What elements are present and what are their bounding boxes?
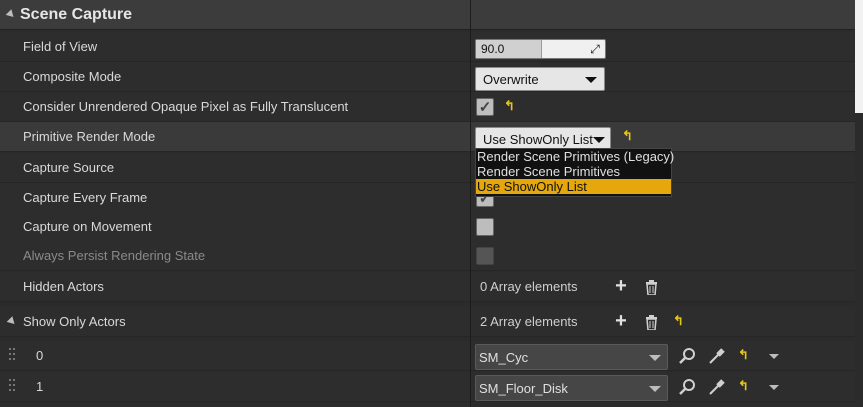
drag-grip-icon[interactable] xyxy=(9,379,15,395)
hidden-actors-count: 0 Array elements xyxy=(480,279,578,294)
section-title: Scene Capture xyxy=(20,6,133,23)
add-element-icon[interactable]: + xyxy=(613,311,629,331)
column-divider[interactable] xyxy=(470,0,471,407)
asset-picker-combo[interactable]: SM_Cyc xyxy=(475,344,668,370)
property-row-show-only-actors: Show Only Actors 2 Array elements + ↰ xyxy=(0,307,855,337)
eyedropper-icon[interactable] xyxy=(708,347,726,365)
primitive-render-mode-value: Use ShowOnly List xyxy=(483,132,593,147)
property-row-hidden-actors: Hidden Actors 0 Array elements + xyxy=(0,272,855,302)
asset-name: SM_Floor_Disk xyxy=(479,381,568,396)
composite-mode-value: Overwrite xyxy=(483,72,539,87)
reset-arrow-icon[interactable]: ↰ xyxy=(622,129,634,142)
eyedropper-icon[interactable] xyxy=(708,378,726,396)
collapse-triangle-icon[interactable] xyxy=(5,9,17,20)
asset-name: SM_Cyc xyxy=(479,350,529,365)
dropdown-option[interactable]: Render Scene Primitives xyxy=(476,164,671,179)
collapse-triangle-icon[interactable] xyxy=(6,316,18,327)
show-only-actors-count: 2 Array elements xyxy=(480,314,578,329)
field-of-view-input[interactable]: 90.0 ⤢ xyxy=(475,39,606,59)
array-element-row: 1 SM_Floor_Disk ↰ xyxy=(0,372,855,402)
capture-on-movement-checkbox[interactable] xyxy=(476,218,494,236)
property-row-capture-every-frame: Capture Every Frame ✓ xyxy=(0,183,855,213)
consider-unrendered-label: Consider Unrendered Opaque Pixel as Full… xyxy=(23,99,349,114)
search-icon[interactable] xyxy=(679,347,697,365)
search-icon[interactable] xyxy=(679,378,697,396)
reset-arrow-icon[interactable]: ↰ xyxy=(673,314,685,327)
field-of-view-label: Field of View xyxy=(23,39,98,54)
always-persist-label: Always Persist Rendering State xyxy=(23,248,206,263)
chevron-down-icon xyxy=(649,386,661,392)
chevron-down-icon xyxy=(649,355,661,361)
property-row-composite-mode: Composite Mode Overwrite xyxy=(0,62,855,92)
primitive-render-mode-label: Primitive Render Mode xyxy=(23,129,156,144)
property-row-capture-on-movement: Capture on Movement xyxy=(0,212,855,242)
array-element-index: 0 xyxy=(36,348,44,363)
asset-picker-combo[interactable]: SM_Floor_Disk xyxy=(475,375,668,401)
property-row-field-of-view: Field of View 90.0 ⤢ xyxy=(0,32,855,62)
dropdown-option[interactable]: Render Scene Primitives (Legacy) xyxy=(476,149,674,164)
property-row-consider-unrendered: Consider Unrendered Opaque Pixel as Full… xyxy=(0,92,855,122)
array-element-index: 1 xyxy=(36,379,44,394)
array-element-row: 0 SM_Cyc ↰ xyxy=(0,341,855,371)
property-row-primitive-render-mode: Primitive Render Mode Use ShowOnly List … xyxy=(0,122,855,152)
field-of-view-value: 90.0 xyxy=(481,42,505,56)
capture-every-frame-label: Capture Every Frame xyxy=(23,190,148,205)
capture-source-label: Capture Source xyxy=(23,160,115,175)
always-persist-checkbox xyxy=(476,247,494,265)
chevron-down-icon[interactable] xyxy=(769,385,779,390)
composite-mode-label: Composite Mode xyxy=(23,69,122,84)
composite-mode-combo[interactable]: Overwrite xyxy=(475,67,605,91)
consider-unrendered-checkbox[interactable]: ✓ xyxy=(476,98,494,116)
chevron-down-icon xyxy=(593,137,605,143)
add-element-icon[interactable]: + xyxy=(613,276,629,296)
drag-grip-icon[interactable] xyxy=(9,348,15,364)
reset-arrow-icon[interactable]: ↰ xyxy=(738,379,750,392)
chevron-down-icon xyxy=(585,77,597,83)
property-row-always-persist: Always Persist Rendering State xyxy=(0,241,855,271)
show-only-actors-label: Show Only Actors xyxy=(23,314,126,329)
scrollbar[interactable] xyxy=(855,0,863,113)
hidden-actors-label: Hidden Actors xyxy=(23,279,104,294)
capture-on-movement-label: Capture on Movement xyxy=(23,219,152,234)
primitive-render-mode-dropdown: Render Scene Primitives (Legacy) Render … xyxy=(475,148,674,197)
trash-icon[interactable] xyxy=(645,315,658,330)
property-row-capture-source: Capture Source xyxy=(0,153,855,183)
reset-arrow-icon[interactable]: ↰ xyxy=(504,99,516,112)
dropdown-option-selected[interactable]: Use ShowOnly List xyxy=(476,179,671,194)
reset-arrow-icon[interactable]: ↰ xyxy=(738,348,750,361)
section-header-scene-capture[interactable]: Scene Capture xyxy=(0,0,855,30)
expand-arrows-icon[interactable]: ⤢ xyxy=(589,42,601,56)
chevron-down-icon[interactable] xyxy=(769,354,779,359)
trash-icon[interactable] xyxy=(645,280,658,295)
